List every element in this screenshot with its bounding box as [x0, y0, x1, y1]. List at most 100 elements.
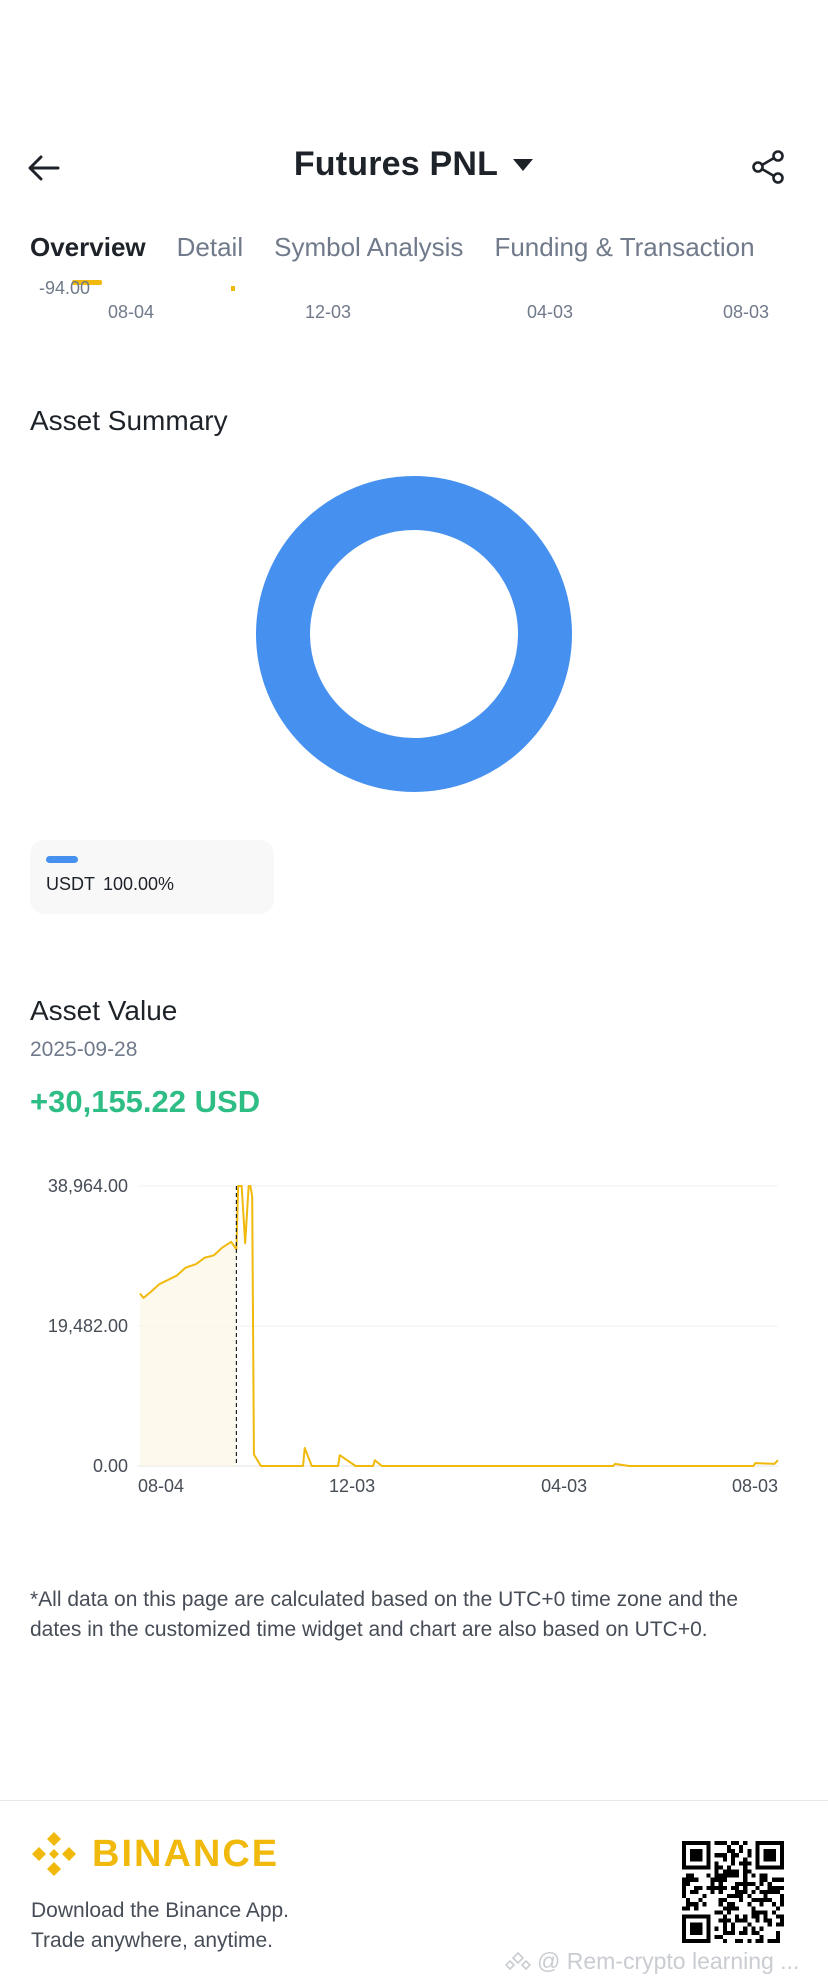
qr-module — [714, 1885, 719, 1890]
qr-module — [743, 1873, 748, 1878]
qr-module — [722, 1938, 727, 1943]
asset-value-line-chart[interactable]: 38,964.00 19,482.00 0.00 08-04 12-03 04-03 08-… — [0, 1170, 828, 1510]
qr-module — [722, 1930, 727, 1935]
qr-module — [730, 1861, 736, 1866]
qr-module — [730, 1930, 736, 1935]
qr-module — [739, 1918, 744, 1923]
asset-donut-chart — [256, 476, 572, 792]
qr-module — [751, 1914, 756, 1919]
top-chart-x-tick: 08-03 — [723, 302, 770, 322]
qr-module — [682, 1889, 687, 1895]
top-chart-x-tick: 04-03 — [527, 302, 574, 322]
tab-symbol-analysis[interactable]: Symbol Analysis — [274, 232, 463, 272]
x-tick-label: 04-03 — [541, 1476, 587, 1496]
tab-bar: Overview Detail Symbol Analysis Funding … — [30, 232, 755, 272]
x-tick-label: 08-03 — [732, 1476, 778, 1496]
legend-item-usdt[interactable]: USDT 100.00% — [30, 840, 274, 914]
x-tick-label: 12-03 — [329, 1476, 375, 1496]
qr-module — [763, 1889, 768, 1895]
qr-module — [755, 1910, 760, 1915]
qr-module — [722, 1922, 727, 1927]
qr-module — [755, 1938, 760, 1943]
qr-module — [726, 1845, 731, 1850]
qr-finder — [690, 1922, 703, 1935]
y-tick-label: 38,964.00 — [48, 1176, 128, 1196]
y-tick-label: 0.00 — [93, 1456, 128, 1476]
qr-module — [690, 1902, 695, 1907]
qr-module — [722, 1885, 727, 1890]
qr-module — [775, 1934, 780, 1939]
qr-module — [743, 1926, 748, 1931]
qr-module — [726, 1902, 731, 1907]
page-title: Futures PNL — [293, 145, 499, 183]
qr-module — [751, 1910, 756, 1915]
qr-finder — [690, 1849, 703, 1862]
qr-module — [694, 1885, 699, 1890]
qr-module — [739, 1898, 744, 1903]
qr-module — [686, 1877, 691, 1882]
qr-module — [759, 1877, 764, 1882]
qr-module — [779, 1877, 784, 1882]
qr-module — [730, 1906, 736, 1911]
donut-slice-usdt[interactable] — [256, 476, 572, 792]
qr-module — [739, 1849, 744, 1854]
qr-module — [694, 1877, 699, 1882]
qr-module — [739, 1930, 744, 1935]
y-tick-label: 19,482.00 — [48, 1316, 128, 1336]
qr-module — [686, 1906, 691, 1911]
qr-module — [775, 1914, 780, 1919]
qr-module — [698, 1898, 703, 1903]
qr-module — [730, 1894, 736, 1899]
qr-module — [767, 1922, 772, 1927]
qr-module — [759, 1938, 764, 1943]
qr-module — [718, 1853, 723, 1858]
qr-module — [686, 1898, 691, 1903]
qr-module — [682, 1894, 687, 1899]
qr-module — [730, 1885, 736, 1890]
qr-module — [759, 1910, 764, 1915]
top-chart-x-tick: 12-03 — [305, 302, 352, 322]
qr-module — [775, 1930, 780, 1935]
qr-module — [718, 1934, 723, 1939]
qr-module — [714, 1865, 719, 1870]
qr-module — [763, 1910, 768, 1915]
tab-overview[interactable]: Overview — [30, 232, 146, 272]
qr-module — [743, 1881, 748, 1886]
qr-module — [718, 1873, 723, 1878]
qr-module — [739, 1938, 744, 1943]
tab-detail[interactable]: Detail — [177, 232, 243, 272]
legend-asset: USDT — [46, 874, 95, 894]
qr-module — [779, 1918, 784, 1923]
qr-module — [682, 1885, 687, 1890]
qr-module — [694, 1889, 699, 1895]
qr-module — [743, 1877, 748, 1882]
top-chart-strip: -94.00 08-04 12-03 04-03 08-03 — [0, 276, 828, 326]
qr-module — [747, 1922, 752, 1927]
qr-module — [726, 1930, 731, 1935]
qr-module — [735, 1914, 740, 1919]
qr-module — [779, 1902, 784, 1907]
qr-module — [743, 1930, 748, 1935]
qr-code-icon[interactable] — [682, 1841, 784, 1943]
title-dropdown[interactable]: Futures PNL — [0, 145, 828, 184]
qr-module — [722, 1853, 727, 1858]
share-button[interactable] — [748, 147, 788, 187]
qr-module — [726, 1894, 731, 1899]
qr-module — [722, 1841, 727, 1846]
qr-module — [714, 1934, 719, 1939]
download-line-2: Trade anywhere, anytime. — [31, 1929, 274, 1952]
qr-module — [759, 1934, 764, 1939]
qr-module — [739, 1889, 744, 1895]
qr-module — [722, 1857, 727, 1862]
tab-funding-transaction[interactable]: Funding & Transaction — [494, 232, 754, 272]
qr-module — [726, 1873, 731, 1878]
qr-module — [718, 1902, 723, 1907]
qr-module — [718, 1918, 723, 1923]
qr-module — [755, 1914, 760, 1919]
qr-module — [767, 1898, 772, 1903]
qr-module — [718, 1889, 723, 1895]
qr-module — [763, 1877, 768, 1882]
share-icon — [752, 150, 784, 184]
qr-module — [771, 1885, 776, 1890]
qr-module — [735, 1869, 740, 1874]
